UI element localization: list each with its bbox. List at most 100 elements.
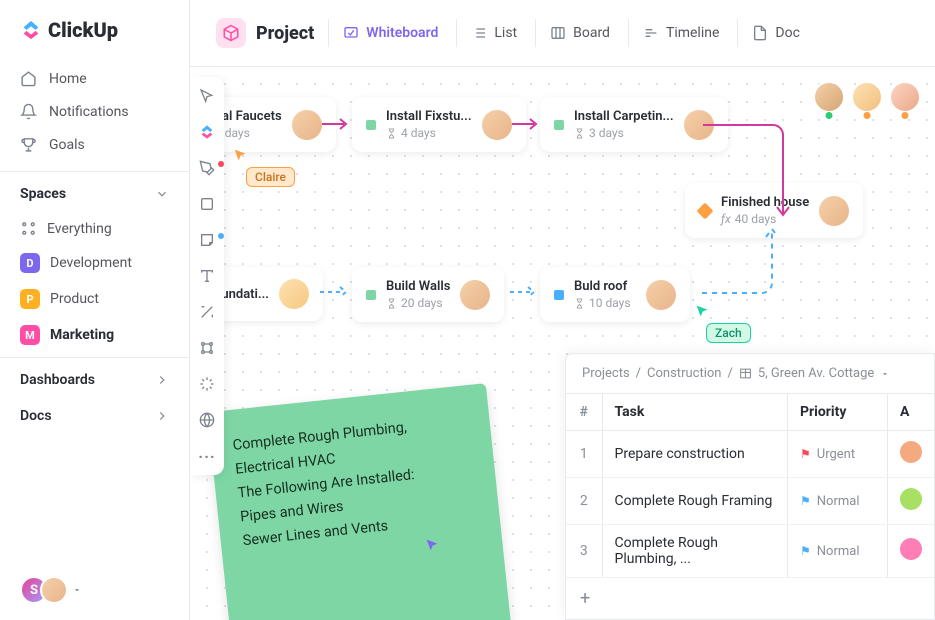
sticky-note[interactable]: Complete Rough Plumbing, Electrical HVAC…: [207, 383, 513, 620]
task-card[interactable]: Install Carpetin...3 days: [540, 97, 728, 152]
tab-timeline[interactable]: Timeline: [628, 19, 733, 47]
card-title: Build Walls: [386, 279, 450, 294]
pointer-tool[interactable]: [198, 87, 216, 105]
task-card[interactable]: Install Fixstu...4 days: [352, 97, 526, 152]
project-title[interactable]: Project: [206, 12, 324, 54]
status-square: [554, 120, 564, 130]
cell-task: Complete Rough Plumbing, ...: [602, 525, 788, 578]
tab-label: Doc: [775, 25, 800, 41]
tab-board[interactable]: Board: [535, 19, 624, 47]
tab-whiteboard[interactable]: Whiteboard: [328, 19, 452, 47]
main: Project Whiteboard List Board Timeline D…: [190, 0, 935, 620]
space-product[interactable]: PProduct: [0, 281, 189, 317]
status-square: [366, 290, 376, 300]
tab-label: List: [494, 25, 517, 41]
logo[interactable]: ClickUp: [0, 0, 189, 56]
sidebar: ClickUp Home Notifications Goals Spaces …: [0, 0, 190, 620]
caret-down-icon: [880, 369, 890, 379]
cell-assignee: [888, 478, 935, 525]
cursor-icon: [232, 147, 248, 163]
pen-tool[interactable]: [198, 159, 216, 177]
tab-doc[interactable]: Doc: [737, 19, 814, 47]
card-duration: 3 days: [574, 126, 674, 140]
card-title: Buld roof: [574, 279, 636, 294]
collaborator-avatars[interactable]: [813, 81, 921, 117]
chevron-down-icon: [155, 187, 169, 201]
nav-docs[interactable]: Docs: [0, 398, 189, 434]
chevron-right-icon: [155, 409, 169, 423]
web-tool[interactable]: [198, 411, 216, 429]
clickup-tool[interactable]: [198, 123, 216, 141]
shape-tool[interactable]: [198, 195, 216, 213]
cell-task: Prepare construction: [602, 431, 788, 478]
user-avatars[interactable]: S: [0, 560, 189, 620]
col-assignee[interactable]: A: [888, 394, 935, 431]
breadcrumb[interactable]: Projects/ Construction/ 5, Green Av. Cot…: [566, 354, 934, 393]
cell-number: 1: [566, 431, 602, 478]
table-icon: [739, 367, 752, 380]
relation-tool[interactable]: [198, 339, 216, 357]
task-card[interactable]: Build Walls 20 days: [352, 267, 504, 322]
arrow-icon: [322, 117, 352, 131]
sparkle-tool[interactable]: [198, 375, 216, 393]
avatar: [460, 280, 490, 310]
table-row[interactable]: 1 Prepare construction ⚑Urgent: [566, 431, 934, 478]
space-marketing[interactable]: MMarketing: [0, 317, 189, 353]
space-everything[interactable]: Everything: [0, 212, 189, 245]
cell-assignee: [888, 525, 935, 578]
avatar: [646, 280, 676, 310]
nav-dashboards[interactable]: Dashboards: [0, 362, 189, 398]
col-task[interactable]: Task: [602, 394, 788, 431]
nav-goals[interactable]: Goals: [0, 128, 189, 161]
arrow-icon: [512, 117, 542, 131]
col-priority[interactable]: Priority: [788, 394, 888, 431]
arrow-icon: [510, 285, 540, 299]
avatar: [851, 81, 883, 113]
hourglass-icon: [386, 128, 397, 139]
hourglass-icon: [574, 298, 585, 309]
table-row[interactable]: 2 Complete Rough Framing ⚑Normal: [566, 478, 934, 525]
avatar: [819, 196, 849, 226]
tab-label: Timeline: [666, 25, 719, 41]
text-tool[interactable]: [198, 267, 216, 285]
whiteboard-canvas[interactable]: ··· Instal Faucets2 days Install Fixstu.…: [190, 67, 935, 620]
more-tool[interactable]: ···: [198, 447, 216, 465]
col-number: #: [566, 394, 602, 431]
card-duration: 4 days: [386, 126, 472, 140]
tab-list[interactable]: List: [456, 19, 531, 47]
avatar: [813, 81, 845, 113]
table-row[interactable]: 3 Complete Rough Plumbing, ... ⚑Normal: [566, 525, 934, 578]
crumb[interactable]: Projects: [582, 366, 630, 381]
crumb[interactable]: Construction: [647, 366, 721, 381]
list-icon: [471, 25, 487, 41]
sticky-tool[interactable]: [198, 231, 216, 249]
home-icon: [20, 70, 37, 87]
status-dot: [902, 112, 909, 119]
space-label: Everything: [47, 221, 112, 237]
space-label: Development: [50, 255, 132, 271]
space-label: Marketing: [50, 327, 114, 343]
cell-priority: ⚑Normal: [788, 478, 888, 525]
nav-home[interactable]: Home: [0, 62, 189, 95]
avatar: [482, 110, 512, 140]
cell-number: 3: [566, 525, 602, 578]
crumb[interactable]: 5, Green Av. Cottage: [758, 366, 875, 381]
cube-icon: [216, 18, 246, 48]
trophy-icon: [20, 136, 37, 153]
nav-label: Goals: [49, 137, 85, 153]
spaces-header[interactable]: Spaces: [0, 176, 189, 212]
space-development[interactable]: DDevelopment: [0, 245, 189, 281]
nav-notifications[interactable]: Notifications: [0, 95, 189, 128]
connector-tool[interactable]: [198, 303, 216, 321]
status-dot: [826, 112, 833, 119]
card-duration: 20 days: [386, 296, 450, 310]
grid-icon: [20, 220, 37, 237]
chevron-right-icon: [155, 373, 169, 387]
task-table: # Task Priority A 1 Prepare construction…: [566, 393, 934, 578]
task-card[interactable]: Buld roof10 days: [540, 267, 690, 322]
avatar: [889, 81, 921, 113]
add-row-button[interactable]: +: [566, 578, 934, 619]
cell-priority: ⚑Urgent: [788, 431, 888, 478]
board-icon: [550, 25, 566, 41]
cell-priority: ⚑Normal: [788, 525, 888, 578]
